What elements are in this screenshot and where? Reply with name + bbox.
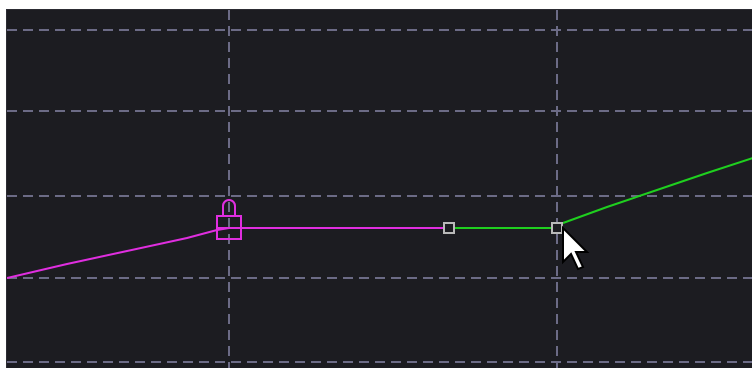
active-curve-rising-segment[interactable]: [562, 157, 752, 224]
locked-curve[interactable]: [7, 227, 444, 279]
locked-curve-segment[interactable]: [7, 227, 230, 279]
mouse-pointer-icon: [562, 225, 590, 271]
grid: [7, 10, 752, 368]
curve-graph-panel[interactable]: [6, 9, 752, 368]
curve-graph-svg[interactable]: [7, 10, 752, 368]
selected-keyframe-handle[interactable]: [551, 222, 563, 234]
active-curve[interactable]: [454, 157, 752, 229]
graph-editor-viewport: [0, 0, 752, 368]
keyframe-handle[interactable]: [443, 222, 455, 234]
